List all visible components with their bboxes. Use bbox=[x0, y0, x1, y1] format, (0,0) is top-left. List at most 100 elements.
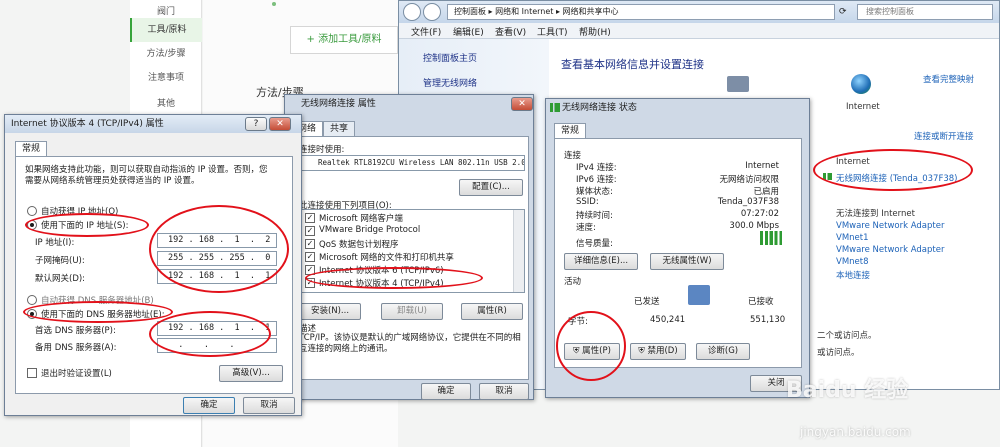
dot-indicator bbox=[272, 2, 276, 6]
bytes-sent-value: 450,241 bbox=[650, 315, 686, 325]
control-panel-home-link[interactable]: 控制面板主页 bbox=[423, 51, 477, 64]
ssid-value: Tenda_037F38 bbox=[717, 197, 779, 207]
uninstall-button[interactable]: 卸载(U) bbox=[381, 303, 443, 320]
menu-bar bbox=[399, 23, 999, 39]
highlight-ip-fields bbox=[149, 205, 289, 293]
connection-properties-dialog: 无线网络连接 属性 ✕ 网络 共享 连接时使用: Realtek RTL8192… bbox=[284, 94, 534, 400]
list-item[interactable]: Microsoft 网络客户端 bbox=[319, 212, 403, 224]
back-arrow-icon[interactable] bbox=[403, 3, 421, 21]
install-button[interactable]: 安装(N)... bbox=[299, 303, 361, 320]
tab-general[interactable]: 常规 bbox=[554, 123, 587, 138]
diagnose-button[interactable]: 诊断(G) bbox=[696, 343, 750, 360]
refresh-icon[interactable]: ⟳ bbox=[839, 4, 853, 20]
ok-button[interactable]: 确定 bbox=[183, 397, 235, 414]
close-icon[interactable]: ✕ bbox=[269, 117, 291, 131]
item-checkbox[interactable]: ✓ bbox=[305, 226, 315, 236]
add-tool-button[interactable]: + 添加工具/原料 bbox=[290, 26, 398, 54]
full-map-link[interactable]: 查看完整映射 bbox=[923, 73, 974, 85]
watermark-logo: Baidu 经验 bbox=[786, 378, 909, 403]
bytes-received-value: 551,130 bbox=[750, 315, 786, 325]
tab-sharing[interactable]: 共享 bbox=[323, 121, 356, 136]
auto-dns-radio[interactable] bbox=[27, 295, 37, 305]
signal-label: 信号质量: bbox=[576, 239, 613, 249]
vmware-adapter-link[interactable]: VMware Network Adapter bbox=[836, 221, 944, 231]
signal-quality-icon bbox=[760, 231, 782, 245]
media-state-value: 已启用 bbox=[753, 187, 779, 197]
highlight-manual-ip bbox=[25, 213, 149, 237]
page-heading: 查看基本网络信息并设置连接 bbox=[561, 58, 704, 71]
subnet-label: 子网掩码(U): bbox=[35, 256, 85, 266]
ipv4-conn-label: IPv4 连接: bbox=[576, 163, 617, 173]
validate-checkbox[interactable] bbox=[27, 368, 37, 378]
list-scrollbar[interactable] bbox=[513, 210, 524, 292]
description-text: TCP/IP。该协议是默认的广域网络协议，它提供在不同的相互连接的网络上的通讯。 bbox=[299, 333, 521, 354]
vmware-adapter-link[interactable]: VMware Network Adapter bbox=[836, 245, 944, 255]
nav-item-notes[interactable]: 注意事项 bbox=[130, 66, 202, 90]
item-properties-button[interactable]: 属性(R) bbox=[461, 303, 523, 320]
details-button[interactable]: 详细信息(E)... bbox=[564, 253, 638, 270]
menu-file[interactable]: 文件(F) bbox=[411, 25, 441, 38]
highlight-properties-button bbox=[556, 311, 626, 381]
partial-text: 或访问点。 bbox=[817, 348, 860, 358]
menu-view[interactable]: 查看(V) bbox=[495, 25, 526, 38]
connect-using-label: 连接时使用: bbox=[299, 145, 345, 155]
props-dialog-title: 无线网络连接 属性 bbox=[301, 99, 376, 109]
configure-button[interactable]: 配置(C)... bbox=[459, 179, 523, 196]
connection-section: 连接 bbox=[564, 151, 582, 161]
manage-wireless-link[interactable]: 管理无线网络 bbox=[423, 76, 477, 89]
highlight-dns-field bbox=[149, 311, 271, 357]
cancel-button[interactable]: 取消 bbox=[479, 383, 529, 400]
address-bar[interactable]: 控制面板 ▸ 网络和 Internet ▸ 网络和共享中心 bbox=[447, 4, 835, 20]
vmnet1-link[interactable]: VMnet1 bbox=[836, 233, 869, 243]
menu-tools[interactable]: 工具(T) bbox=[537, 25, 568, 38]
duration-value: 07:27:02 bbox=[740, 209, 779, 219]
wireless-icon bbox=[550, 103, 560, 112]
duration-label: 持续时间: bbox=[576, 211, 613, 221]
close-icon[interactable]: ✕ bbox=[511, 97, 533, 111]
list-item[interactable]: VMware Bridge Protocol bbox=[319, 225, 420, 235]
address-part[interactable]: 网络和共享中心 bbox=[563, 7, 619, 16]
alternate-dns-label: 备用 DNS 服务器(A): bbox=[35, 343, 117, 353]
tab-general[interactable]: 常规 bbox=[15, 141, 48, 156]
search-input[interactable]: 搜索控制面板 bbox=[857, 4, 993, 20]
nav-item-steps[interactable]: 方法/步骤 bbox=[130, 42, 202, 66]
highlight-wireless-connection bbox=[813, 149, 973, 191]
address-part[interactable]: 网络和 Internet bbox=[495, 7, 553, 16]
validate-label[interactable]: 退出时验证设置(L) bbox=[41, 367, 112, 379]
forward-arrow-icon[interactable] bbox=[423, 3, 441, 21]
ipv4-conn-value: Internet bbox=[745, 161, 779, 171]
cancel-button[interactable]: 取消 bbox=[243, 397, 295, 414]
sent-label: 已发送 bbox=[634, 297, 660, 307]
list-item[interactable]: Microsoft 网络的文件和打印机共享 bbox=[319, 251, 454, 263]
disable-button[interactable]: ⛨ 禁用(D) bbox=[630, 343, 686, 360]
advanced-button[interactable]: 高级(V)... bbox=[219, 365, 283, 382]
item-checkbox[interactable]: ✓ bbox=[305, 213, 315, 223]
ipv6-conn-value: 无网络访问权限 bbox=[719, 175, 779, 185]
received-label: 已接收 bbox=[748, 297, 774, 307]
wireless-properties-button[interactable]: 无线属性(W) bbox=[650, 253, 724, 270]
help-icon[interactable]: ? bbox=[245, 117, 267, 131]
status-dialog-title: 无线网络连接 状态 bbox=[562, 103, 637, 113]
nav-item-other[interactable]: 其他 bbox=[130, 92, 202, 116]
nav-item-tools[interactable]: 工具/原料 bbox=[130, 18, 202, 42]
highlight-ipv4-item bbox=[305, 267, 483, 289]
local-connection-link[interactable]: 本地连接 bbox=[836, 269, 870, 281]
item-checkbox[interactable]: ✓ bbox=[305, 252, 315, 262]
list-item[interactable]: QoS 数据包计划程序 bbox=[319, 238, 399, 250]
ok-button[interactable]: 确定 bbox=[421, 383, 471, 400]
auto-ip-radio[interactable] bbox=[27, 206, 37, 216]
activity-section: 活动 bbox=[564, 277, 582, 287]
menu-edit[interactable]: 编辑(E) bbox=[453, 25, 484, 38]
internet-label: Internet bbox=[846, 102, 880, 112]
speed-value: 300.0 Mbps bbox=[729, 221, 779, 231]
highlight-manual-dns bbox=[23, 301, 173, 323]
globe-icon bbox=[851, 74, 871, 94]
item-checkbox[interactable]: ✓ bbox=[305, 239, 315, 249]
address-part[interactable]: 控制面板 bbox=[454, 7, 486, 16]
ssid-label: SSID: bbox=[576, 197, 599, 207]
connect-disconnect-link[interactable]: 连接或断开连接 bbox=[914, 130, 974, 142]
ip-label: IP 地址(I): bbox=[35, 238, 75, 248]
menu-help[interactable]: 帮助(H) bbox=[579, 25, 611, 38]
vmnet8-link[interactable]: VMnet8 bbox=[836, 257, 869, 267]
speed-label: 速度: bbox=[576, 223, 596, 233]
